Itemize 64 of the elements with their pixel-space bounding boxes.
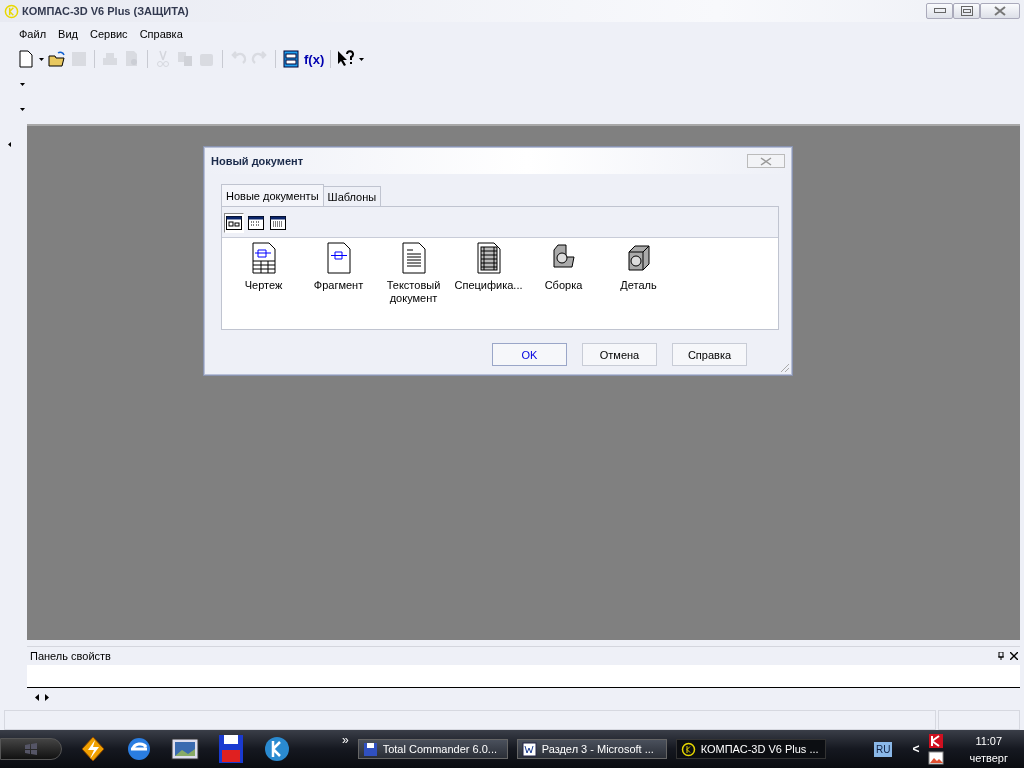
menu-item[interactable]: Вид xyxy=(52,28,84,40)
windows-flag-icon xyxy=(24,743,38,755)
scroll-left-icon[interactable] xyxy=(35,693,39,701)
collapse-arrow-icon[interactable] xyxy=(8,142,11,147)
list-view-button[interactable] xyxy=(246,213,266,233)
open-folder-icon[interactable] xyxy=(48,50,66,68)
minimize-icon xyxy=(933,8,946,14)
dropdown-caret-icon[interactable] xyxy=(359,57,365,61)
maximize-icon xyxy=(960,6,973,16)
close-icon[interactable] xyxy=(1010,652,1018,660)
large-icons-view-button[interactable] xyxy=(224,213,244,233)
k-logo-icon xyxy=(4,3,19,19)
maximize-button[interactable] xyxy=(953,3,980,19)
minimize-button[interactable] xyxy=(926,3,953,19)
details-view-button[interactable] xyxy=(268,213,288,233)
pin-icon[interactable] xyxy=(998,652,1004,660)
panel-title: Панель свойств xyxy=(30,650,111,662)
dialog-button[interactable]: Отмена xyxy=(582,343,657,366)
dropdown-caret-icon[interactable] xyxy=(20,108,25,111)
photo-tray-icon[interactable] xyxy=(927,751,944,765)
dropdown-caret-icon[interactable] xyxy=(20,83,25,86)
document-type-label[interactable]: Специфика... xyxy=(453,279,524,292)
close-button[interactable] xyxy=(980,3,1020,19)
close-icon xyxy=(994,6,1006,16)
dialog-title: Новый документ xyxy=(211,155,304,167)
k-shield-icon[interactable] xyxy=(927,733,944,749)
dialog-button[interactable]: Справка xyxy=(672,343,747,366)
language-indicator[interactable]: RU xyxy=(874,741,893,757)
scroll-right-icon[interactable] xyxy=(45,693,49,701)
document-type-label[interactable]: Деталь xyxy=(603,279,674,292)
k-logo-icon[interactable] xyxy=(262,734,292,764)
specification-icon[interactable] xyxy=(474,242,503,274)
drawing-sheet-icon[interactable] xyxy=(249,242,278,274)
close-icon xyxy=(760,156,772,166)
clock-time: 11:07 xyxy=(975,734,1003,747)
more-chevron[interactable]: » xyxy=(342,733,349,747)
tab[interactable]: Шаблоны xyxy=(322,186,382,206)
variables-icon[interactable] xyxy=(282,50,300,68)
window-title: КОМПАС-3D V6 Plus (ЗАЩИТА) xyxy=(22,5,189,17)
clock-day: четверг xyxy=(969,751,1008,764)
show-hidden-icons-button[interactable]: < xyxy=(912,742,920,756)
tab[interactable]: Новые документы xyxy=(221,184,324,206)
document-type-label[interactable]: Текстовый документ xyxy=(378,279,449,305)
fragment-sheet-icon[interactable] xyxy=(324,242,353,274)
dialog-button[interactable]: OK xyxy=(492,343,567,366)
taskbar-button[interactable]: КОМПАС-3D V6 Plus ... xyxy=(675,739,826,759)
taskbar-button[interactable]: Раздел 3 - Microsoft ... xyxy=(516,739,667,759)
menu-item[interactable]: Сервис xyxy=(83,28,134,40)
resize-grip-icon[interactable] xyxy=(780,363,790,373)
formula-button[interactable]: f(x) xyxy=(304,51,325,67)
close-button[interactable] xyxy=(747,154,785,168)
menu-item[interactable]: Справка xyxy=(133,28,189,40)
document-type-label[interactable]: Чертеж xyxy=(228,279,299,292)
dropdown-caret-icon[interactable] xyxy=(39,57,44,61)
menu-item[interactable]: Файл xyxy=(13,28,53,40)
taskbar-button[interactable]: Total Commander 6.0... xyxy=(357,739,508,759)
help-pointer-icon[interactable] xyxy=(337,50,356,68)
word-document-icon xyxy=(521,741,537,757)
text-document-icon[interactable] xyxy=(399,242,428,274)
document-type-label[interactable]: Фрагмент xyxy=(303,279,374,292)
new-document-icon[interactable] xyxy=(17,50,35,68)
start-button[interactable] xyxy=(0,738,62,760)
k-logo-icon xyxy=(680,741,696,757)
document-type-label[interactable]: Сборка xyxy=(528,279,599,292)
